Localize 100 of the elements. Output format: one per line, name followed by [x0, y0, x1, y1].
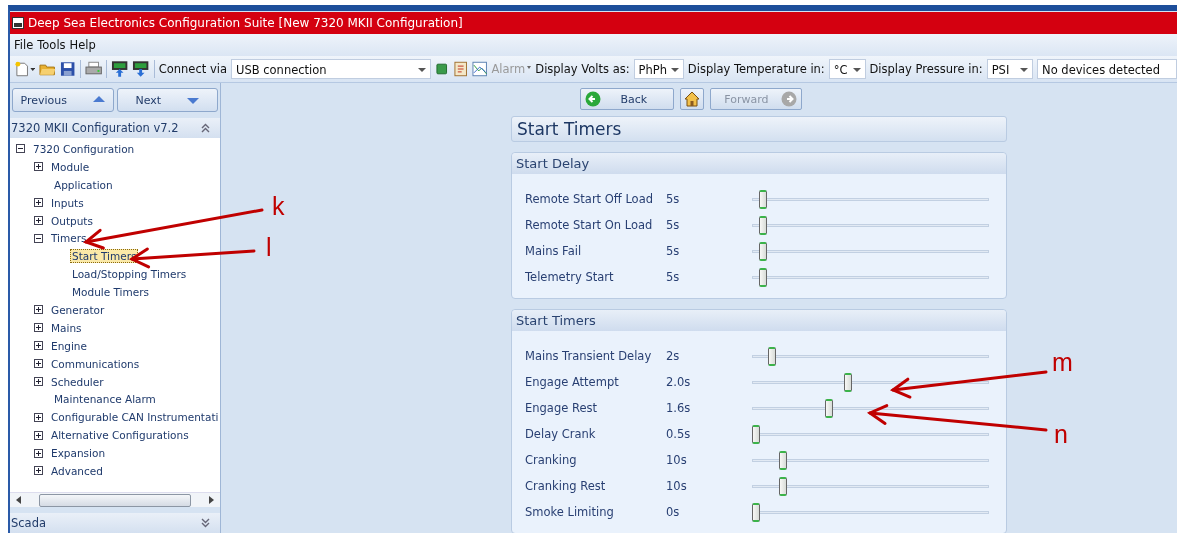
previous-button[interactable]: Previous: [12, 88, 114, 112]
expand-box-icon[interactable]: [34, 216, 43, 225]
display-pressure-label: Display Pressure in:: [869, 62, 983, 76]
setting-value: 10s: [666, 453, 688, 467]
expand-box-icon[interactable]: [34, 341, 43, 351]
down-arrow-icon: [187, 96, 200, 104]
tree-item[interactable]: Mains: [49, 320, 84, 335]
volts-dropdown[interactable]: PhPh: [633, 59, 684, 79]
slider-thumb[interactable]: [758, 189, 767, 209]
slider[interactable]: [752, 424, 989, 444]
tree-item[interactable]: Alternative Configurations: [49, 428, 191, 443]
slider[interactable]: [752, 502, 989, 522]
panel-title: Scada: [11, 516, 47, 530]
scroll-left-icon[interactable]: [16, 496, 22, 504]
slider-thumb[interactable]: [825, 398, 834, 418]
slider-thumb[interactable]: [752, 502, 760, 522]
pressure-dropdown[interactable]: PSI: [986, 59, 1034, 79]
tree-item[interactable]: Module Timers: [70, 285, 151, 300]
expand-box-icon[interactable]: [34, 412, 43, 422]
group-title: Start Delay: [516, 156, 590, 171]
setting-value: 5s: [666, 192, 681, 206]
slider[interactable]: [752, 372, 989, 392]
next-button[interactable]: Next: [116, 88, 218, 112]
menu-item[interactable]: File: [14, 38, 34, 52]
slider-thumb[interactable]: [758, 215, 767, 235]
slider-thumb[interactable]: [843, 372, 852, 392]
tree-item[interactable]: Configurable CAN Instrumentati: [49, 410, 220, 425]
panel-title: 7320 MKII Configuration v7.2: [11, 121, 179, 135]
slider-thumb[interactable]: [779, 450, 788, 470]
setting-value: 5s: [666, 244, 681, 258]
tree-item[interactable]: 7320 Configuration: [31, 141, 137, 156]
tree-item[interactable]: Inputs: [49, 195, 86, 210]
download-icon[interactable]: [132, 60, 150, 78]
home-icon: [683, 91, 700, 107]
setting-label: Cranking Rest: [524, 479, 607, 493]
collapse-box-icon[interactable]: [16, 144, 25, 154]
chip-icon[interactable]: [435, 62, 449, 76]
tree-item[interactable]: Module: [49, 159, 92, 174]
menu-item[interactable]: Tools: [37, 38, 66, 52]
print-icon[interactable]: [84, 61, 103, 77]
setting-label: Cranking: [524, 453, 578, 467]
slider[interactable]: [752, 346, 989, 366]
expand-box-icon[interactable]: [34, 323, 43, 333]
setting-value: 0.5s: [666, 427, 692, 441]
slider[interactable]: [752, 215, 989, 235]
annotation-letter: k: [272, 194, 285, 219]
tree-item[interactable]: Outputs: [49, 213, 95, 228]
expand-box-icon[interactable]: [34, 305, 43, 315]
scroll-right-icon[interactable]: [208, 496, 214, 504]
slider-thumb[interactable]: [752, 424, 760, 444]
device-status-field: No devices detected: [1037, 59, 1177, 79]
tree-item[interactable]: Expansion: [49, 446, 108, 461]
slider[interactable]: [752, 189, 989, 209]
slider[interactable]: [752, 267, 989, 287]
slider-thumb[interactable]: [779, 476, 788, 496]
chart-icon[interactable]: [472, 61, 488, 77]
upload-icon[interactable]: [111, 60, 129, 78]
scroll-thumb[interactable]: [39, 493, 191, 507]
save-icon[interactable]: [60, 61, 76, 77]
expand-icon[interactable]: [201, 518, 210, 528]
slider[interactable]: [752, 450, 989, 470]
expand-box-icon[interactable]: [34, 377, 43, 386]
document-icon[interactable]: [452, 61, 469, 77]
expand-box-icon[interactable]: [34, 430, 43, 440]
setting-label: Engage Rest: [524, 401, 598, 415]
tree-item[interactable]: Application: [52, 177, 115, 192]
horizontal-scrollbar[interactable]: [10, 492, 220, 507]
back-button[interactable]: Back: [579, 88, 674, 110]
menu-item[interactable]: Help: [69, 38, 96, 52]
panel-header[interactable]: 7320 MKII Configuration v7.2: [10, 118, 220, 138]
tree-item[interactable]: Communications: [49, 356, 142, 371]
up-arrow-icon: [93, 96, 105, 104]
collapse-icon[interactable]: [201, 123, 210, 133]
expand-box-icon[interactable]: [34, 162, 43, 172]
slider[interactable]: [752, 476, 989, 496]
tree-item[interactable]: Engine: [49, 338, 89, 353]
tree-item[interactable]: Scheduler: [49, 374, 106, 389]
slider-thumb[interactable]: [768, 346, 776, 366]
collapse-box-icon[interactable]: [34, 233, 43, 243]
setting-value: 2.0s: [666, 375, 692, 389]
new-document-icon[interactable]: [14, 61, 36, 77]
slider[interactable]: [752, 398, 989, 418]
tree-item[interactable]: Load/Stopping Timers: [70, 267, 189, 282]
expand-box-icon[interactable]: [34, 448, 43, 458]
tree-item[interactable]: Maintenance Alarm: [52, 392, 158, 407]
tree-item[interactable]: Generator: [49, 302, 107, 317]
setting-label: Engage Attempt: [524, 375, 620, 389]
slider-thumb[interactable]: [758, 241, 767, 261]
home-button[interactable]: [679, 88, 704, 110]
slider-thumb[interactable]: [758, 267, 767, 287]
connection-dropdown[interactable]: USB connection: [230, 59, 432, 79]
temperature-dropdown[interactable]: °C: [828, 59, 866, 79]
expand-box-icon[interactable]: [34, 198, 43, 208]
slider[interactable]: [752, 241, 989, 261]
expand-box-icon[interactable]: [34, 359, 43, 369]
annotation-letter: n: [1054, 422, 1068, 447]
setting-value: 5s: [666, 270, 681, 284]
tree-item[interactable]: Advanced: [49, 463, 105, 478]
tree-item[interactable]: Timers: [49, 231, 89, 246]
expand-box-icon[interactable]: [34, 466, 43, 476]
